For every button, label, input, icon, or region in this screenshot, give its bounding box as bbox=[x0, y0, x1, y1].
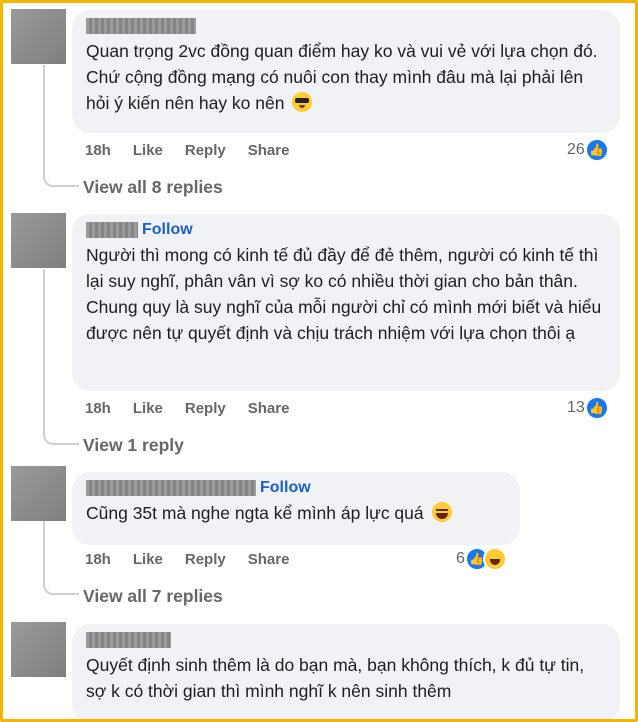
like-button[interactable]: Like bbox=[133, 142, 163, 159]
comment-bubble: Follow Cũng 35t mà nghe ngta kể mình áp … bbox=[72, 472, 520, 545]
avatar[interactable] bbox=[11, 622, 66, 677]
comment-actions: 18h Like Reply Share bbox=[85, 400, 311, 417]
thread-line bbox=[43, 521, 45, 581]
comment-actions: 18h Like Reply Share bbox=[85, 551, 311, 568]
reaction-summary[interactable]: 6 👍 bbox=[456, 547, 507, 571]
like-button[interactable]: Like bbox=[133, 400, 163, 417]
reaction-count: 26 bbox=[567, 141, 585, 158]
thread-connector bbox=[43, 577, 79, 595]
like-button[interactable]: Like bbox=[133, 551, 163, 568]
reply-button[interactable]: Reply bbox=[185, 551, 226, 568]
avatar[interactable] bbox=[11, 213, 66, 268]
author-name-redacted[interactable] bbox=[86, 480, 256, 496]
comment-text: Quyết định sinh thêm là do bạn mà, bạn k… bbox=[86, 655, 585, 701]
share-button[interactable]: Share bbox=[248, 142, 290, 159]
view-replies-link[interactable]: View all 8 replies bbox=[83, 177, 223, 198]
reply-button[interactable]: Reply bbox=[185, 142, 226, 159]
thread-line bbox=[43, 269, 45, 431]
share-button[interactable]: Share bbox=[248, 400, 290, 417]
comment-text: Quan trọng 2vc đồng quan điểm hay ko và … bbox=[86, 41, 598, 113]
thread-line bbox=[43, 65, 45, 173]
comment-bubble: Follow Người thì mong có kinh tế đủ đầy … bbox=[72, 214, 620, 391]
like-reaction-icon: 👍 bbox=[584, 396, 609, 420]
comment-actions: 18h Like Reply Share bbox=[85, 142, 311, 159]
comment-text: Cũng 35t mà nghe ngta kể mình áp lực quá bbox=[86, 500, 508, 526]
follow-button[interactable]: Follow bbox=[260, 479, 311, 497]
laughing-emoji-icon bbox=[431, 502, 452, 522]
comment-bubble: Quyết định sinh thêm là do bạn mà, bạn k… bbox=[72, 624, 620, 719]
timestamp[interactable]: 18h bbox=[85, 400, 111, 417]
avatar[interactable] bbox=[11, 466, 66, 521]
view-replies-link[interactable]: View all 7 replies bbox=[83, 586, 223, 607]
like-reaction-icon: 👍 bbox=[584, 138, 609, 162]
timestamp[interactable]: 18h bbox=[85, 142, 111, 159]
reaction-count: 13 bbox=[567, 399, 585, 416]
timestamp[interactable]: 18h bbox=[85, 551, 111, 568]
author-name-redacted[interactable] bbox=[86, 18, 196, 34]
author-name-redacted[interactable] bbox=[86, 632, 171, 648]
view-replies-link[interactable]: View 1 reply bbox=[83, 435, 184, 456]
author-row: Follow bbox=[86, 221, 608, 239]
author-row bbox=[86, 632, 608, 648]
comment-bubble: Quan trọng 2vc đồng quan điểm hay ko và … bbox=[72, 10, 620, 133]
sunglasses-emoji-icon bbox=[292, 92, 313, 112]
comment-text: Người thì mong có kinh tế đủ đầy để đẻ t… bbox=[86, 245, 602, 343]
reaction-summary[interactable]: 13 👍 bbox=[567, 396, 609, 420]
author-row: Follow bbox=[86, 479, 508, 497]
author-row bbox=[86, 18, 608, 34]
share-button[interactable]: Share bbox=[248, 551, 290, 568]
reaction-count: 6 bbox=[456, 550, 465, 567]
author-name-redacted[interactable] bbox=[86, 222, 138, 238]
haha-reaction-icon bbox=[482, 547, 507, 571]
avatar[interactable] bbox=[11, 9, 66, 64]
thread-connector bbox=[43, 427, 79, 445]
thread-connector bbox=[43, 169, 79, 187]
reaction-summary[interactable]: 26 👍 bbox=[567, 138, 609, 162]
reply-button[interactable]: Reply bbox=[185, 400, 226, 417]
follow-button[interactable]: Follow bbox=[142, 221, 193, 239]
comments-panel: Quan trọng 2vc đồng quan điểm hay ko và … bbox=[0, 0, 638, 722]
